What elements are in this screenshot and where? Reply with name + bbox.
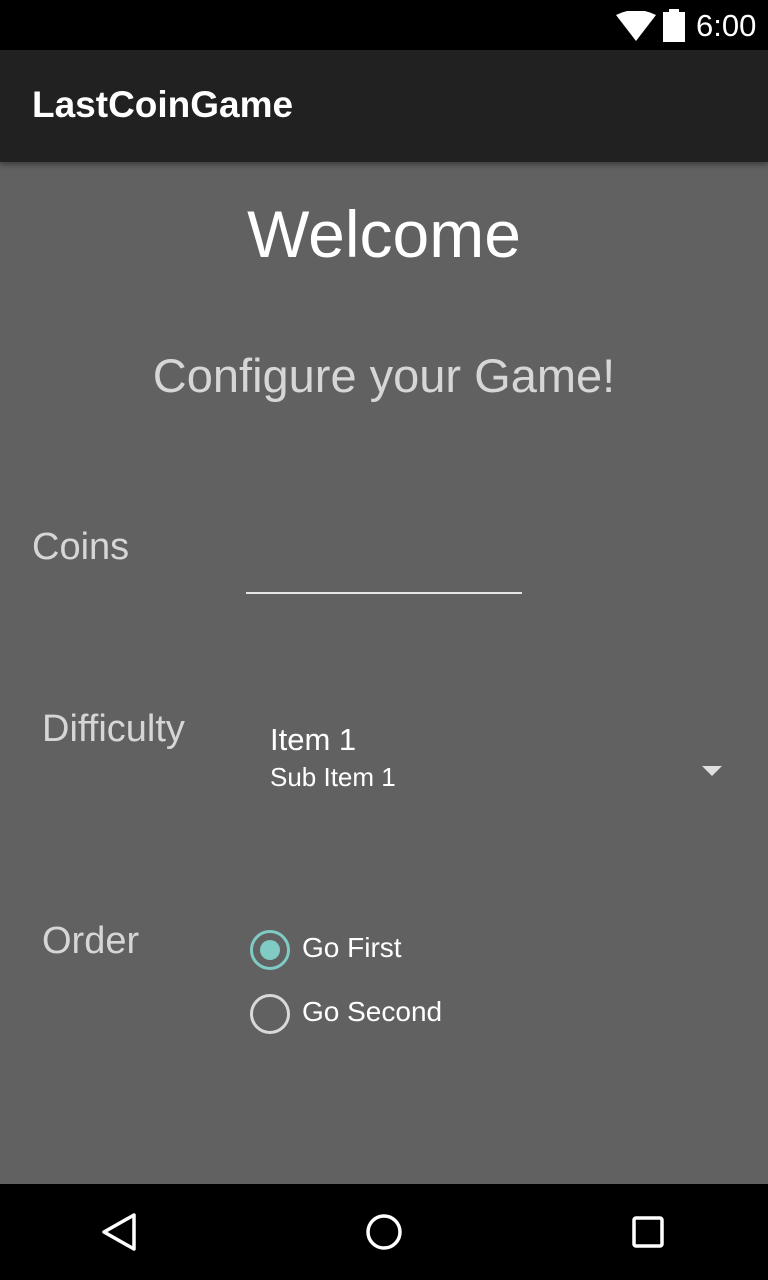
coins-label: Coins (32, 526, 130, 568)
difficulty-label: Difficulty (42, 708, 185, 750)
radio-go-first[interactable]: Go First (248, 926, 548, 976)
app-title: LastCoinGame (32, 84, 294, 125)
configure-subtitle: Configure your Game! (152, 349, 616, 402)
recents-icon[interactable] (628, 1212, 668, 1252)
back-icon[interactable] (100, 1212, 140, 1252)
dropdown-arrow-icon (702, 766, 722, 776)
radio-go-second[interactable]: Go Second (248, 990, 548, 1040)
welcome-heading: Welcome (247, 197, 521, 271)
spinner-selected-item: Item 1 (270, 722, 357, 757)
home-icon[interactable] (364, 1212, 404, 1252)
order-label: Order (42, 920, 140, 962)
battery-icon (663, 9, 685, 42)
coins-input[interactable] (246, 540, 522, 594)
status-time: 6:00 (696, 8, 757, 43)
wifi-icon (616, 11, 656, 41)
status-bar: 6:00 (0, 0, 768, 50)
radio-label: Go First (302, 932, 402, 963)
radio-unchecked-icon (250, 994, 290, 1034)
radio-label: Go Second (302, 996, 443, 1027)
app-bar: LastCoinGame (0, 50, 768, 162)
radio-checked-icon (250, 930, 290, 970)
navigation-bar (0, 1184, 768, 1280)
difficulty-spinner[interactable]: Item 1 Sub Item 1 (246, 710, 736, 810)
main-content: Welcome Configure your Game! Coins Diffi… (0, 162, 768, 1184)
spinner-selected-sub-item: Sub Item 1 (270, 762, 396, 792)
